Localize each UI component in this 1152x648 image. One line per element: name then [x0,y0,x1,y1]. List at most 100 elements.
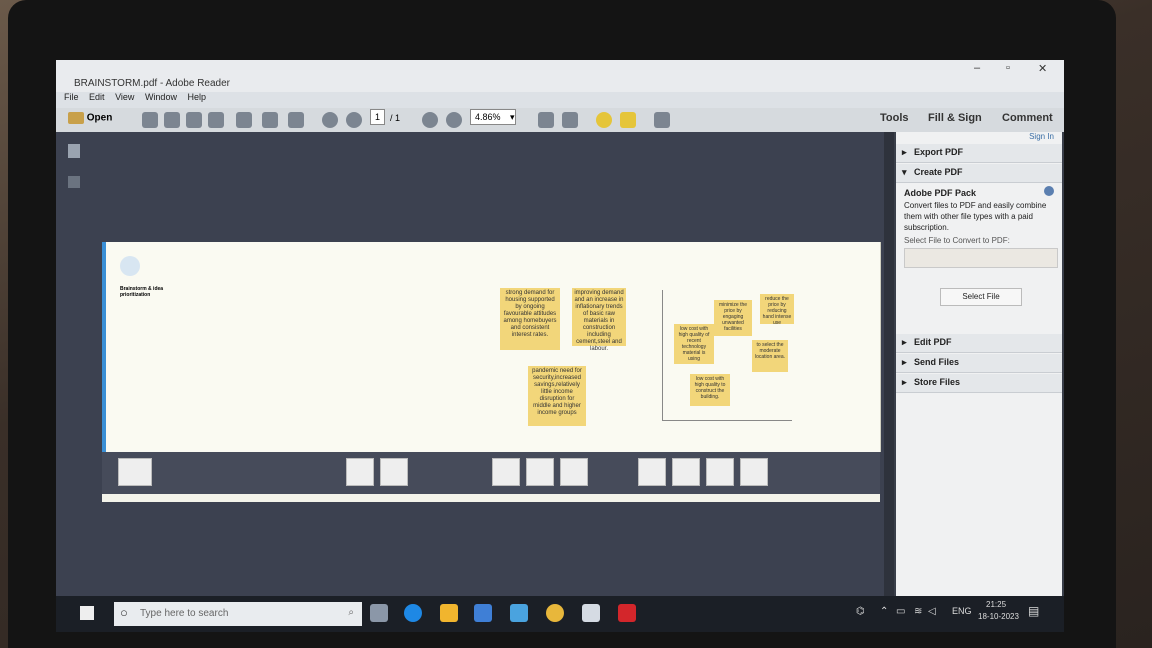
language-indicator[interactable]: ENG [952,606,972,616]
export-pdf-section[interactable]: ▸ Export PDF [896,144,1062,163]
chevron-up-icon[interactable]: ⌃ [880,606,888,617]
frame-group-ideas: strong demand for housing supported by o… [488,242,635,452]
board-title: Brainstorm & idea prioritization [120,286,164,298]
taskbar-search[interactable]: ○ Type here to search ⌕ [114,602,362,626]
create-pdf-label: Create PDF [914,167,963,177]
people-icon[interactable]: ⌬ [856,606,865,617]
store-files-label: Store Files [914,377,961,387]
clock-time[interactable]: 21:25 [986,600,1006,609]
folder-icon [68,112,84,124]
menu-view[interactable]: View [115,92,134,102]
frame-intro: Brainstorm & idea prioritization [106,242,185,452]
frame-brainstorm [342,242,489,452]
sticky-note: minimize the price by engaging unwanted … [714,300,752,336]
info-icon [1044,186,1054,196]
print-icon[interactable] [262,112,278,128]
wifi-icon[interactable]: ≋ [914,606,922,617]
frame-problem [260,242,343,452]
thumbnail [740,458,768,486]
chevron-right-icon: ▸ [902,337,907,347]
thumbnail [560,458,588,486]
store-files-section[interactable]: ▸ Store Files [896,374,1062,393]
prev-page-icon[interactable] [322,112,338,128]
chevron-right-icon: ▸ [902,147,907,157]
tab-comment[interactable]: Comment [1002,112,1053,124]
clock-date[interactable]: 18-10-2023 [978,612,1019,621]
file-explorer-icon[interactable] [440,604,458,622]
thumbnail [492,458,520,486]
attachment-icon[interactable] [68,176,80,188]
vertical-scrollbar[interactable] [884,132,894,596]
thumbnail [118,458,152,486]
app-icon[interactable] [582,604,600,622]
next-page-icon[interactable] [346,112,362,128]
sticky-note: low cost with high quality of recent tec… [674,324,714,364]
thumbnail [638,458,666,486]
edit-pdf-section[interactable]: ▸ Edit PDF [896,334,1062,353]
zoom-in-icon[interactable] [446,112,462,128]
battery-icon[interactable]: ▭ [896,606,905,617]
microphone-icon[interactable]: ⌕ [348,607,354,618]
menu-window[interactable]: Window [145,92,177,102]
frame-define [184,242,261,452]
thumbnail [526,458,554,486]
menu-bar: File Edit View Window Help [56,92,1064,108]
pages-icon[interactable] [68,144,80,158]
notification-icon[interactable]: ▤ [1028,604,1039,618]
chevron-down-icon[interactable]: ▾ [510,112,515,123]
edge-icon[interactable] [404,604,422,622]
chevron-down-icon: ▾ [902,167,907,177]
fit-page-icon[interactable] [538,112,554,128]
menu-file[interactable]: File [64,92,79,102]
edit-icon[interactable] [186,112,202,128]
select-file-label: Select File to Convert to PDF: [904,236,1010,245]
cloud-icon[interactable] [208,112,224,128]
adobe-reader-icon[interactable] [618,604,636,622]
send-files-section[interactable]: ▸ Send Files [896,354,1062,373]
fullscreen-icon[interactable] [654,112,670,128]
send-files-label: Send Files [914,357,960,367]
thumbnail-strip [102,452,880,494]
menu-edit[interactable]: Edit [89,92,105,102]
thumbnail [672,458,700,486]
open-button[interactable]: Open [68,112,112,124]
email-icon[interactable] [288,112,304,128]
create-pdf-icon[interactable] [142,112,158,128]
select-file-button[interactable]: Select File [940,288,1022,306]
left-navigation-rail [56,132,92,596]
highlight-icon[interactable] [620,112,636,128]
chrome-icon[interactable] [546,604,564,622]
tab-fill-sign[interactable]: Fill & Sign [928,112,982,124]
combine-icon[interactable] [164,112,180,128]
screen: – ▫ ✕ BRAINSTORM.pdf - Adobe Reader File… [56,60,1064,632]
export-pdf-label: Export PDF [914,147,964,157]
sticky-note: to select the moderate location area. [752,340,788,372]
tab-tools[interactable]: Tools [880,112,909,124]
thumbnail [346,458,374,486]
windows-start-icon[interactable] [80,606,94,620]
frame-after-collab [802,242,881,452]
zoom-out-icon[interactable] [422,112,438,128]
brain-logo-icon [120,256,140,276]
search-icon: ○ [120,605,128,620]
pack-title: Adobe PDF Pack [904,188,977,198]
page-number-input[interactable]: 1 [370,109,386,125]
task-view-icon[interactable] [370,604,388,622]
save-icon[interactable] [236,112,252,128]
comment-icon[interactable] [596,112,612,128]
store-icon[interactable] [474,604,492,622]
file-drop-field[interactable] [904,248,1058,268]
create-pdf-section[interactable]: ▾ Create PDF [896,164,1062,183]
close-icon[interactable]: ✕ [1038,62,1047,75]
mail-icon[interactable] [510,604,528,622]
sign-in-link[interactable]: Sign In [1029,132,1054,141]
sticky-note: strong demand for housing supported by o… [500,288,560,350]
volume-icon[interactable]: ◁ [928,606,936,617]
toolbar: Open 1 / 1 4.86% ▾ Tools Fill & Sign Com… [56,108,1064,132]
document-area: Brainstorm & idea prioritization strong … [92,132,884,596]
fit-width-icon[interactable] [562,112,578,128]
restore-icon[interactable]: ▫ [1006,62,1010,74]
menu-help[interactable]: Help [187,92,206,102]
minimize-icon[interactable]: – [974,62,980,74]
tools-pane: Sign In ▸ Export PDF ▾ Create PDF Adobe PD… [896,132,1062,596]
